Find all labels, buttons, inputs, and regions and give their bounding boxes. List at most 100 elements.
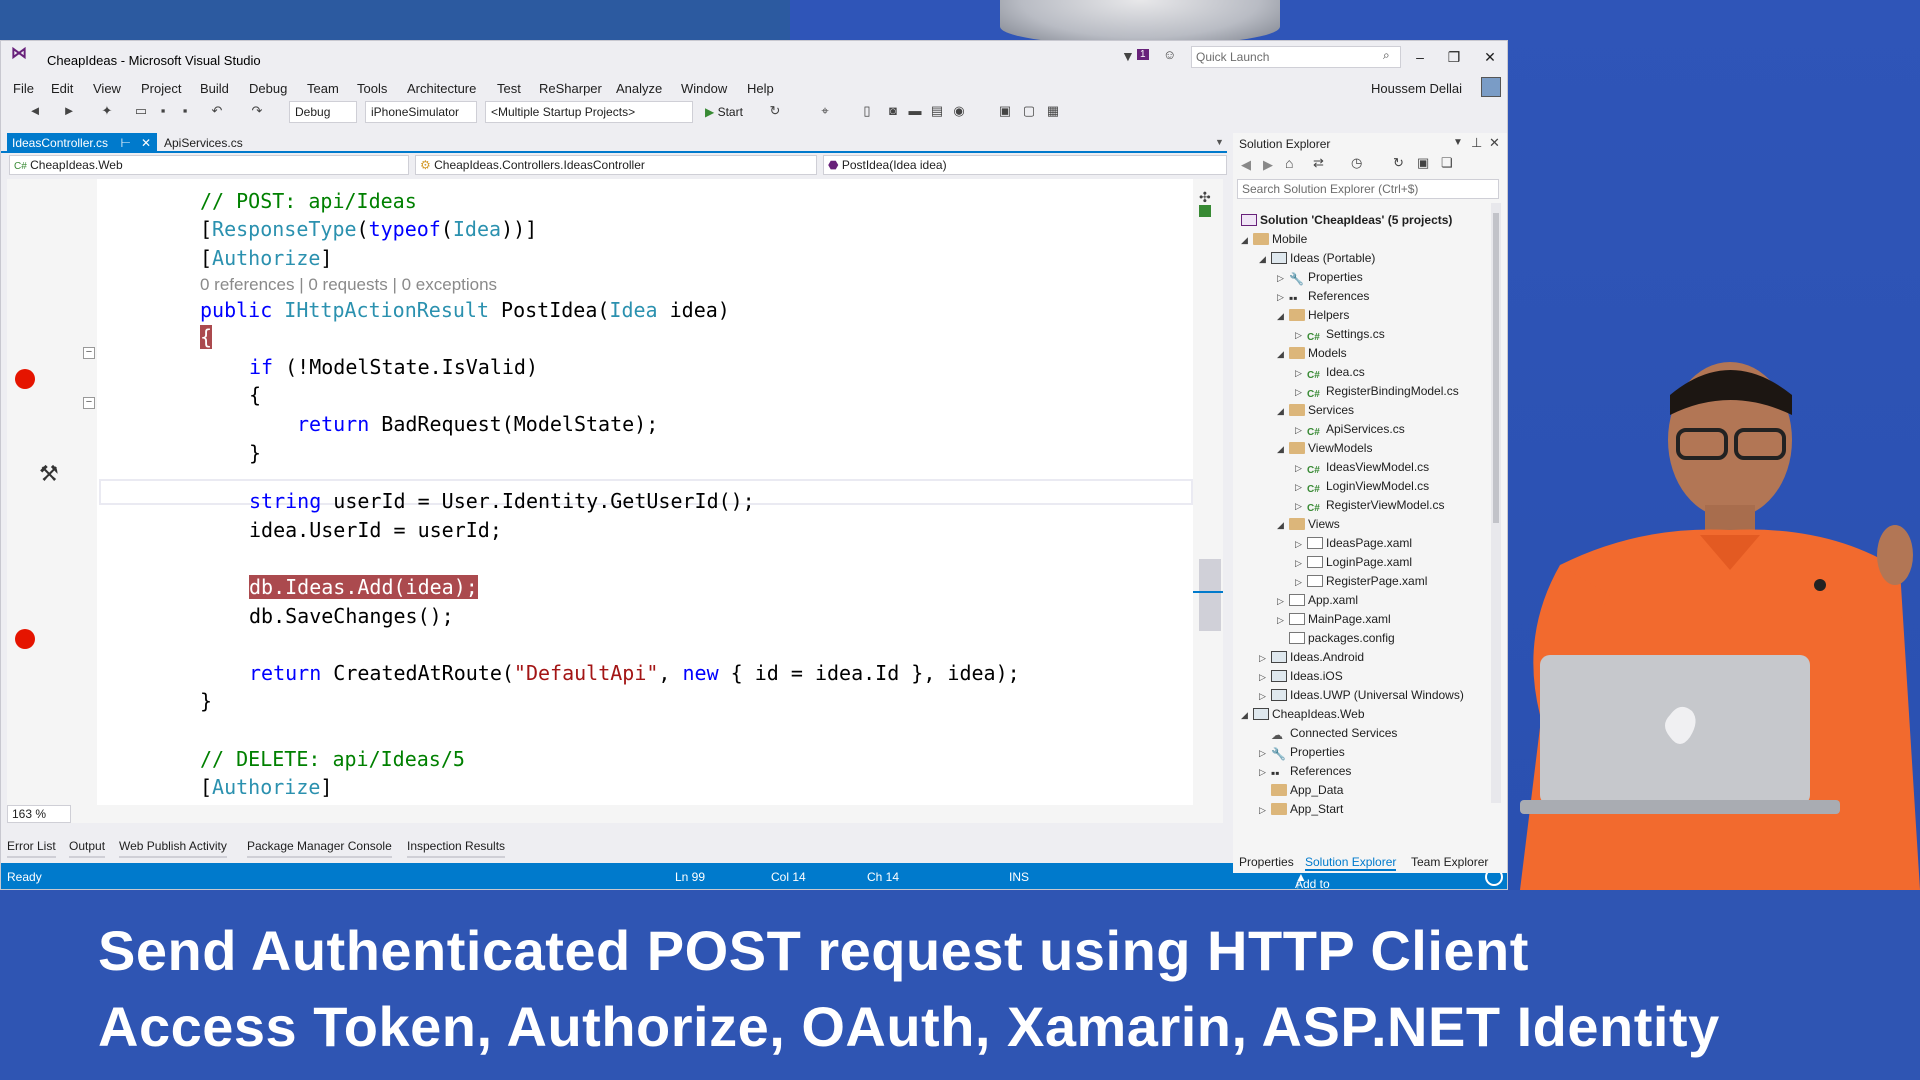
editor-vertical-scrollbar[interactable]: ✣ xyxy=(1193,179,1223,805)
home-icon[interactable]: ⌂ xyxy=(1285,155,1293,171)
zoom-select[interactable]: 163 % xyxy=(7,805,71,823)
scrollbar-thumb[interactable] xyxy=(1493,213,1499,523)
tree-node-apiservices-cs[interactable]: ▷ C# ApiServices.cs xyxy=(1295,422,1405,441)
collapsed-icon[interactable]: ▷ xyxy=(1295,463,1307,474)
forward-icon[interactable]: ▶ xyxy=(1263,157,1273,173)
restore-button[interactable]: ❐ xyxy=(1445,49,1463,67)
menu-edit[interactable]: Edit xyxy=(51,81,73,96)
tree-node-settings-cs[interactable]: ▷ C# Settings.cs xyxy=(1295,327,1385,346)
tree-node-ideasviewmodel-cs[interactable]: ▷ C# IdeasViewModel.cs xyxy=(1295,460,1429,479)
menu-file[interactable]: File xyxy=(13,81,34,96)
project-navigation-select[interactable]: C# CheapIdeas.Web xyxy=(9,155,409,175)
save-all-icon[interactable]: ▪ xyxy=(177,103,193,119)
save-icon[interactable]: ▪ xyxy=(155,103,171,119)
quick-launch-input[interactable]: Quick Launch xyxy=(1191,46,1401,68)
collapsed-icon[interactable]: ▷ xyxy=(1277,292,1289,303)
history-icon[interactable]: ◷ xyxy=(1351,155,1362,171)
start-button[interactable]: ▶ Start xyxy=(703,101,745,123)
tab-web-publish-activity[interactable]: Web Publish Activity xyxy=(119,839,227,858)
feedback-icon[interactable]: ☺ xyxy=(1163,47,1176,62)
solution-explorer-search-input[interactable]: Search Solution Explorer (Ctrl+$) xyxy=(1237,179,1499,199)
refresh-icon[interactable]: ↻ xyxy=(1393,155,1404,171)
collapsed-icon[interactable]: ▷ xyxy=(1259,748,1271,759)
expanded-icon[interactable]: ◢ xyxy=(1277,311,1289,322)
tree-node-registerpage-xaml[interactable]: ▷ RegisterPage.xaml xyxy=(1295,574,1427,593)
menu-architecture[interactable]: Architecture xyxy=(407,81,476,96)
tree-node-web-references[interactable]: ▷ ▪▪ References xyxy=(1259,764,1351,783)
startup-project-select[interactable]: <Multiple Startup Projects> xyxy=(485,101,693,123)
tree-node-ideas-portable[interactable]: ◢ Ideas (Portable) xyxy=(1259,251,1375,270)
notification-badge[interactable]: 1 xyxy=(1137,49,1149,60)
menu-help[interactable]: Help xyxy=(747,81,774,96)
codelens-info[interactable]: 0 references | 0 requests | 0 exceptions xyxy=(200,273,497,297)
split-icon[interactable]: ✣ xyxy=(1199,189,1211,206)
tab-inspection-results[interactable]: Inspection Results xyxy=(407,839,506,858)
panel-menu-icon[interactable]: ▼ xyxy=(1453,137,1463,148)
filter-icon[interactable]: ▼ xyxy=(1121,48,1135,64)
collapsed-icon[interactable]: ▷ xyxy=(1259,805,1271,816)
format-icon[interactable]: ▦ xyxy=(1045,103,1061,119)
tree-node-packages-config[interactable]: packages.config xyxy=(1289,631,1395,650)
tree-node-idea-cs[interactable]: ▷ C# Idea.cs xyxy=(1295,365,1365,384)
configuration-select[interactable]: Debug xyxy=(289,101,357,123)
collapsed-icon[interactable]: ▷ xyxy=(1295,330,1307,341)
collapsed-icon[interactable]: ▷ xyxy=(1295,539,1307,550)
tab-error-list[interactable]: Error List xyxy=(7,839,56,858)
forward-icon[interactable]: ► xyxy=(61,103,77,119)
tree-node-app-data[interactable]: App_Data xyxy=(1271,783,1343,802)
menu-build[interactable]: Build xyxy=(200,81,229,96)
tree-node-app-start[interactable]: ▷ App_Start xyxy=(1259,802,1343,821)
tree-node-registerviewmodel-cs[interactable]: ▷ C# RegisterViewModel.cs xyxy=(1295,498,1445,517)
collapsed-icon[interactable]: ▷ xyxy=(1295,368,1307,379)
account-name[interactable]: Houssem Dellai xyxy=(1371,81,1462,96)
tree-node-ideas-uwp[interactable]: ▷ Ideas.UWP (Universal Windows) xyxy=(1259,688,1464,707)
collapsed-icon[interactable]: ▷ xyxy=(1277,615,1289,626)
show-all-files-icon[interactable]: ❏ xyxy=(1441,155,1453,171)
tree-node-viewmodels[interactable]: ◢ ViewModels xyxy=(1277,441,1372,460)
tree-node-mainpage-xaml[interactable]: ▷ MainPage.xaml xyxy=(1277,612,1391,631)
collapse-all-icon[interactable]: ▣ xyxy=(1417,155,1429,171)
tree-node-ideas-android[interactable]: ▷ Ideas.Android xyxy=(1259,650,1364,669)
tree-node-connected-services[interactable]: ☁ Connected Services xyxy=(1271,726,1397,745)
collapsed-icon[interactable]: ▷ xyxy=(1295,558,1307,569)
find-icon[interactable]: ⌖ xyxy=(817,103,833,119)
collapsed-icon[interactable]: ▷ xyxy=(1295,501,1307,512)
tab-apiservices[interactable]: ApiServices.cs xyxy=(159,133,248,153)
back-icon[interactable]: ◄ xyxy=(27,103,43,119)
tree-node-helpers[interactable]: ◢ Helpers xyxy=(1277,308,1349,327)
chevron-down-icon[interactable]: ▼ xyxy=(1215,137,1224,147)
monitor-icon[interactable]: ▣ xyxy=(997,103,1013,119)
menu-tools[interactable]: Tools xyxy=(357,81,387,96)
menu-analyze[interactable]: Analyze xyxy=(616,81,662,96)
close-panel-icon[interactable]: ✕ xyxy=(1489,135,1500,151)
back-icon[interactable]: ◀ xyxy=(1241,157,1251,173)
tab-solution-explorer[interactable]: Solution Explorer xyxy=(1305,855,1397,871)
expanded-icon[interactable]: ◢ xyxy=(1259,254,1271,265)
close-tab-icon[interactable]: ✕ xyxy=(141,136,151,150)
globe-icon[interactable]: ◉ xyxy=(951,103,967,119)
terminal-icon[interactable]: ▬ xyxy=(907,103,923,119)
collapsed-icon[interactable]: ▷ xyxy=(1259,691,1271,702)
camera-icon[interactable]: ◙ xyxy=(885,103,901,119)
editor-horizontal-scrollbar[interactable] xyxy=(71,805,1223,823)
menu-resharper[interactable]: ReSharper xyxy=(539,81,602,96)
collapsed-icon[interactable]: ▷ xyxy=(1295,387,1307,398)
platform-select[interactable]: iPhoneSimulator xyxy=(365,101,477,123)
tab-ideascontroller[interactable]: IdeasController.cs ⊢ ✕ xyxy=(7,133,157,153)
tree-node-web-properties[interactable]: ▷ 🔧 Properties xyxy=(1259,745,1345,764)
scrollbar-thumb[interactable] xyxy=(1199,559,1221,631)
new-project-icon[interactable]: ✦ xyxy=(99,103,115,119)
tree-node-services[interactable]: ◢ Services xyxy=(1277,403,1354,422)
collapsed-icon[interactable]: ▷ xyxy=(1295,577,1307,588)
tab-properties[interactable]: Properties xyxy=(1239,855,1294,869)
expanded-icon[interactable]: ◢ xyxy=(1277,349,1289,360)
switch-views-icon[interactable]: ⇄ xyxy=(1313,155,1324,171)
tree-node-properties[interactable]: ▷ 🔧 Properties xyxy=(1277,270,1363,289)
avatar[interactable] xyxy=(1481,77,1501,97)
redo-icon[interactable]: ↷ xyxy=(249,103,265,119)
member-navigation-select[interactable]: ⬣ PostIdea(Idea idea) xyxy=(823,155,1227,175)
code-editor[interactable]: ⚒ − − // POST: api/Ideas [ResponseType(t… xyxy=(7,179,1193,805)
device-icon[interactable]: ▯ xyxy=(859,103,875,119)
tree-node-loginviewmodel-cs[interactable]: ▷ C# LoginViewModel.cs xyxy=(1295,479,1429,498)
tree-scrollbar[interactable] xyxy=(1491,203,1501,803)
